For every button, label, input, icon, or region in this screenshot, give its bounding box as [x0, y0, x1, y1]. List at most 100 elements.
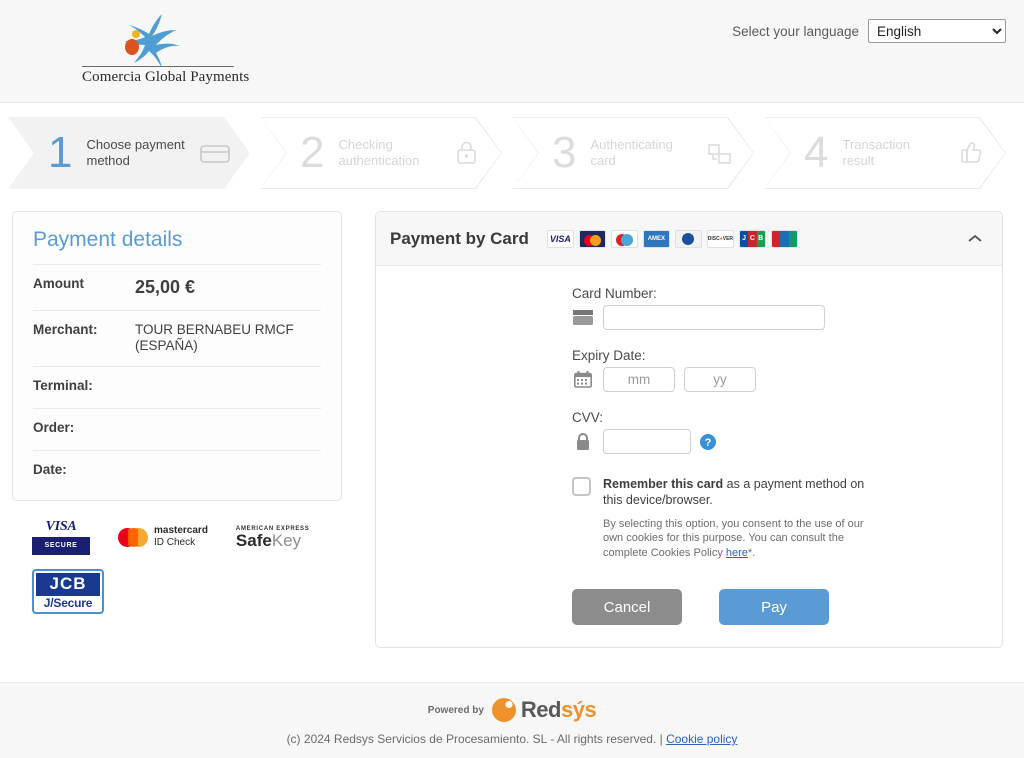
progress-stepper: 1 Choose payment method 2 Checking authe… [0, 117, 1024, 205]
redsys-logo: Redsýs [491, 697, 597, 723]
redsys-wordmark: Redsýs [520, 697, 597, 723]
cookie-policy-link[interactable]: Cookie policy [666, 732, 737, 746]
brand-logo: Comercia Global Payments [82, 8, 250, 86]
step-1-label: Choose payment method [86, 137, 198, 170]
detail-key-terminal: Terminal: [33, 378, 93, 394]
step-3-authenticating-card: 3 Authenticating card [512, 117, 754, 189]
remember-card-text: Remember this card as a payment method o… [603, 476, 865, 561]
main-content: Payment details Amount 25,00 € Merchant:… [0, 211, 1024, 649]
question-mark-icon[interactable]: ? [700, 433, 716, 450]
cookies-policy-link[interactable]: here [726, 547, 748, 559]
payment-detail-row-order: Order: [33, 408, 321, 450]
detail-value-merchant: TOUR BERNABEU RMCF (ESPAÑA) [135, 321, 294, 354]
remember-card-section: Remember this card as a payment method o… [376, 476, 1002, 561]
redsys-circle-icon [491, 697, 517, 723]
svg-text:?: ? [705, 437, 712, 449]
remember-card-checkbox[interactable] [572, 477, 591, 496]
credit-card-icon [198, 138, 232, 168]
payment-details-title: Payment details [33, 228, 183, 251]
payment-detail-row-merchant: Merchant: TOUR BERNABEU RMCF (ESPAÑA) [33, 309, 321, 367]
consent-tail: *. [747, 547, 756, 560]
visa-secure-badge: VISA SECURE [32, 519, 90, 556]
payment-details-card: Payment details Amount 25,00 € Merchant:… [12, 211, 342, 502]
thumbs-up-icon [954, 138, 988, 168]
page-header: Comercia Global Payments Select your lan… [0, 0, 1024, 103]
credit-card-icon [572, 310, 594, 325]
language-selector[interactable]: Select your language English [732, 19, 1006, 43]
step-1-choose-payment-method: 1 Choose payment method [8, 117, 250, 189]
lock-icon [572, 432, 594, 451]
step-4-label-line2: result [842, 153, 875, 168]
detail-key-merchant: Merchant: [33, 321, 98, 337]
language-label: Select your language [732, 23, 859, 39]
step-4-label-line1: Transaction [842, 136, 910, 152]
lock-icon [450, 138, 484, 168]
payment-by-card-title: Payment by Card [390, 228, 529, 248]
mastercard-circles-icon [118, 527, 148, 547]
redsys-word-dark: Red [520, 697, 562, 722]
remember-card-consent-text: By selecting this option, you consent to… [603, 517, 865, 562]
copyright-text: (c) 2024 Redsys Servicios de Procesamien… [0, 732, 1024, 746]
cvv-field-block: CVV: ? [376, 410, 1002, 454]
card-number-label: Card Number: [572, 286, 657, 301]
pay-button[interactable]: Pay [719, 589, 829, 626]
language-select[interactable]: English [868, 19, 1006, 43]
devices-icon [702, 138, 736, 168]
amex-safekey-main-light: Key [271, 530, 302, 550]
powered-by-redsys: Powered by Redsýs [0, 697, 1024, 723]
expiry-year-input[interactable] [684, 367, 756, 392]
caixabank-star-icon [82, 8, 234, 68]
detail-key-order: Order: [33, 420, 75, 436]
step-3-label-line1: Authenticating [590, 136, 673, 152]
remember-card-main-text: Remember this card as a payment method o… [603, 476, 865, 509]
step-4-label: Transaction result [842, 137, 954, 170]
page-footer: Powered by Redsýs (c) 2024 Redsys Servic… [0, 682, 1024, 758]
security-badges-row-2: JCB J/Secure [32, 569, 342, 615]
step-3-label-line2: card [590, 153, 616, 168]
remember-card-bold-text: Remember this card [603, 477, 724, 491]
card-brand-list: VISA AMEX DISC ● VER J C B [546, 229, 964, 248]
card-number-input[interactable] [603, 305, 825, 330]
cvv-label: CVV: [572, 410, 604, 425]
redsys-word-orange: sýs [560, 697, 597, 722]
right-column: Payment by Card VISA AMEX DISC ● VER J C… [375, 211, 1003, 649]
diners-brand-icon [674, 229, 702, 248]
logo-divider [82, 66, 234, 67]
step-2-label: Checking authentication [338, 137, 450, 170]
unionpay-brand-icon [770, 229, 798, 248]
expiry-month-input[interactable] [603, 367, 675, 392]
payment-form: Card Number: Expiry Date: mm yy CVV: ? R… [376, 266, 1002, 647]
payment-detail-row-date: Date: [33, 450, 321, 492]
amex-brand-icon: AMEX [642, 229, 670, 248]
amex-safekey-main-dark: Safe [235, 530, 272, 550]
cancel-button[interactable]: Cancel [572, 589, 682, 626]
step-1-label-line2: method [86, 153, 130, 168]
jcb-jsecure-bottom: J/Secure [43, 596, 93, 611]
mastercard-brand-icon [578, 229, 606, 248]
calendar-icon [572, 371, 594, 388]
step-1-label-line1: Choose payment [86, 136, 185, 152]
step-3-number: 3 [552, 128, 577, 177]
amex-safekey-main: SafeKey [236, 532, 310, 549]
chevron-up-icon[interactable] [964, 228, 986, 250]
visa-secure-top: VISA [45, 519, 77, 535]
jcb-jsecure-badge: JCB J/Secure [32, 569, 104, 615]
security-badges-row-1: VISA SECURE mastercard ID Check AMERICAN… [32, 519, 342, 556]
logo-text: Comercia Global Payments [82, 69, 250, 85]
powered-by-label: Powered by [427, 704, 484, 716]
payment-detail-row-terminal: Terminal: [33, 366, 321, 408]
visa-brand-icon: VISA [546, 229, 574, 248]
cvv-input[interactable] [603, 429, 691, 454]
step-2-number: 2 [300, 128, 325, 177]
step-4-transaction-result: 4 Transaction result [764, 117, 1006, 189]
detail-key-amount: Amount [33, 276, 84, 291]
visa-secure-bottom: SECURE [32, 537, 90, 556]
payment-detail-row-amount: Amount 25,00 € [33, 264, 321, 310]
step-4-number: 4 [804, 128, 829, 177]
expiry-date-label: Expiry Date: [572, 348, 646, 363]
payment-by-card-header[interactable]: Payment by Card VISA AMEX DISC ● VER J C… [376, 212, 1002, 266]
mastercard-idcheck-line1: mastercard [154, 524, 208, 536]
form-actions: Cancel Pay [376, 589, 1002, 626]
amex-safekey-badge: AMERICAN EXPRESS SafeKey [236, 526, 310, 549]
step-2-checking-authentication: 2 Checking authentication [260, 117, 502, 189]
